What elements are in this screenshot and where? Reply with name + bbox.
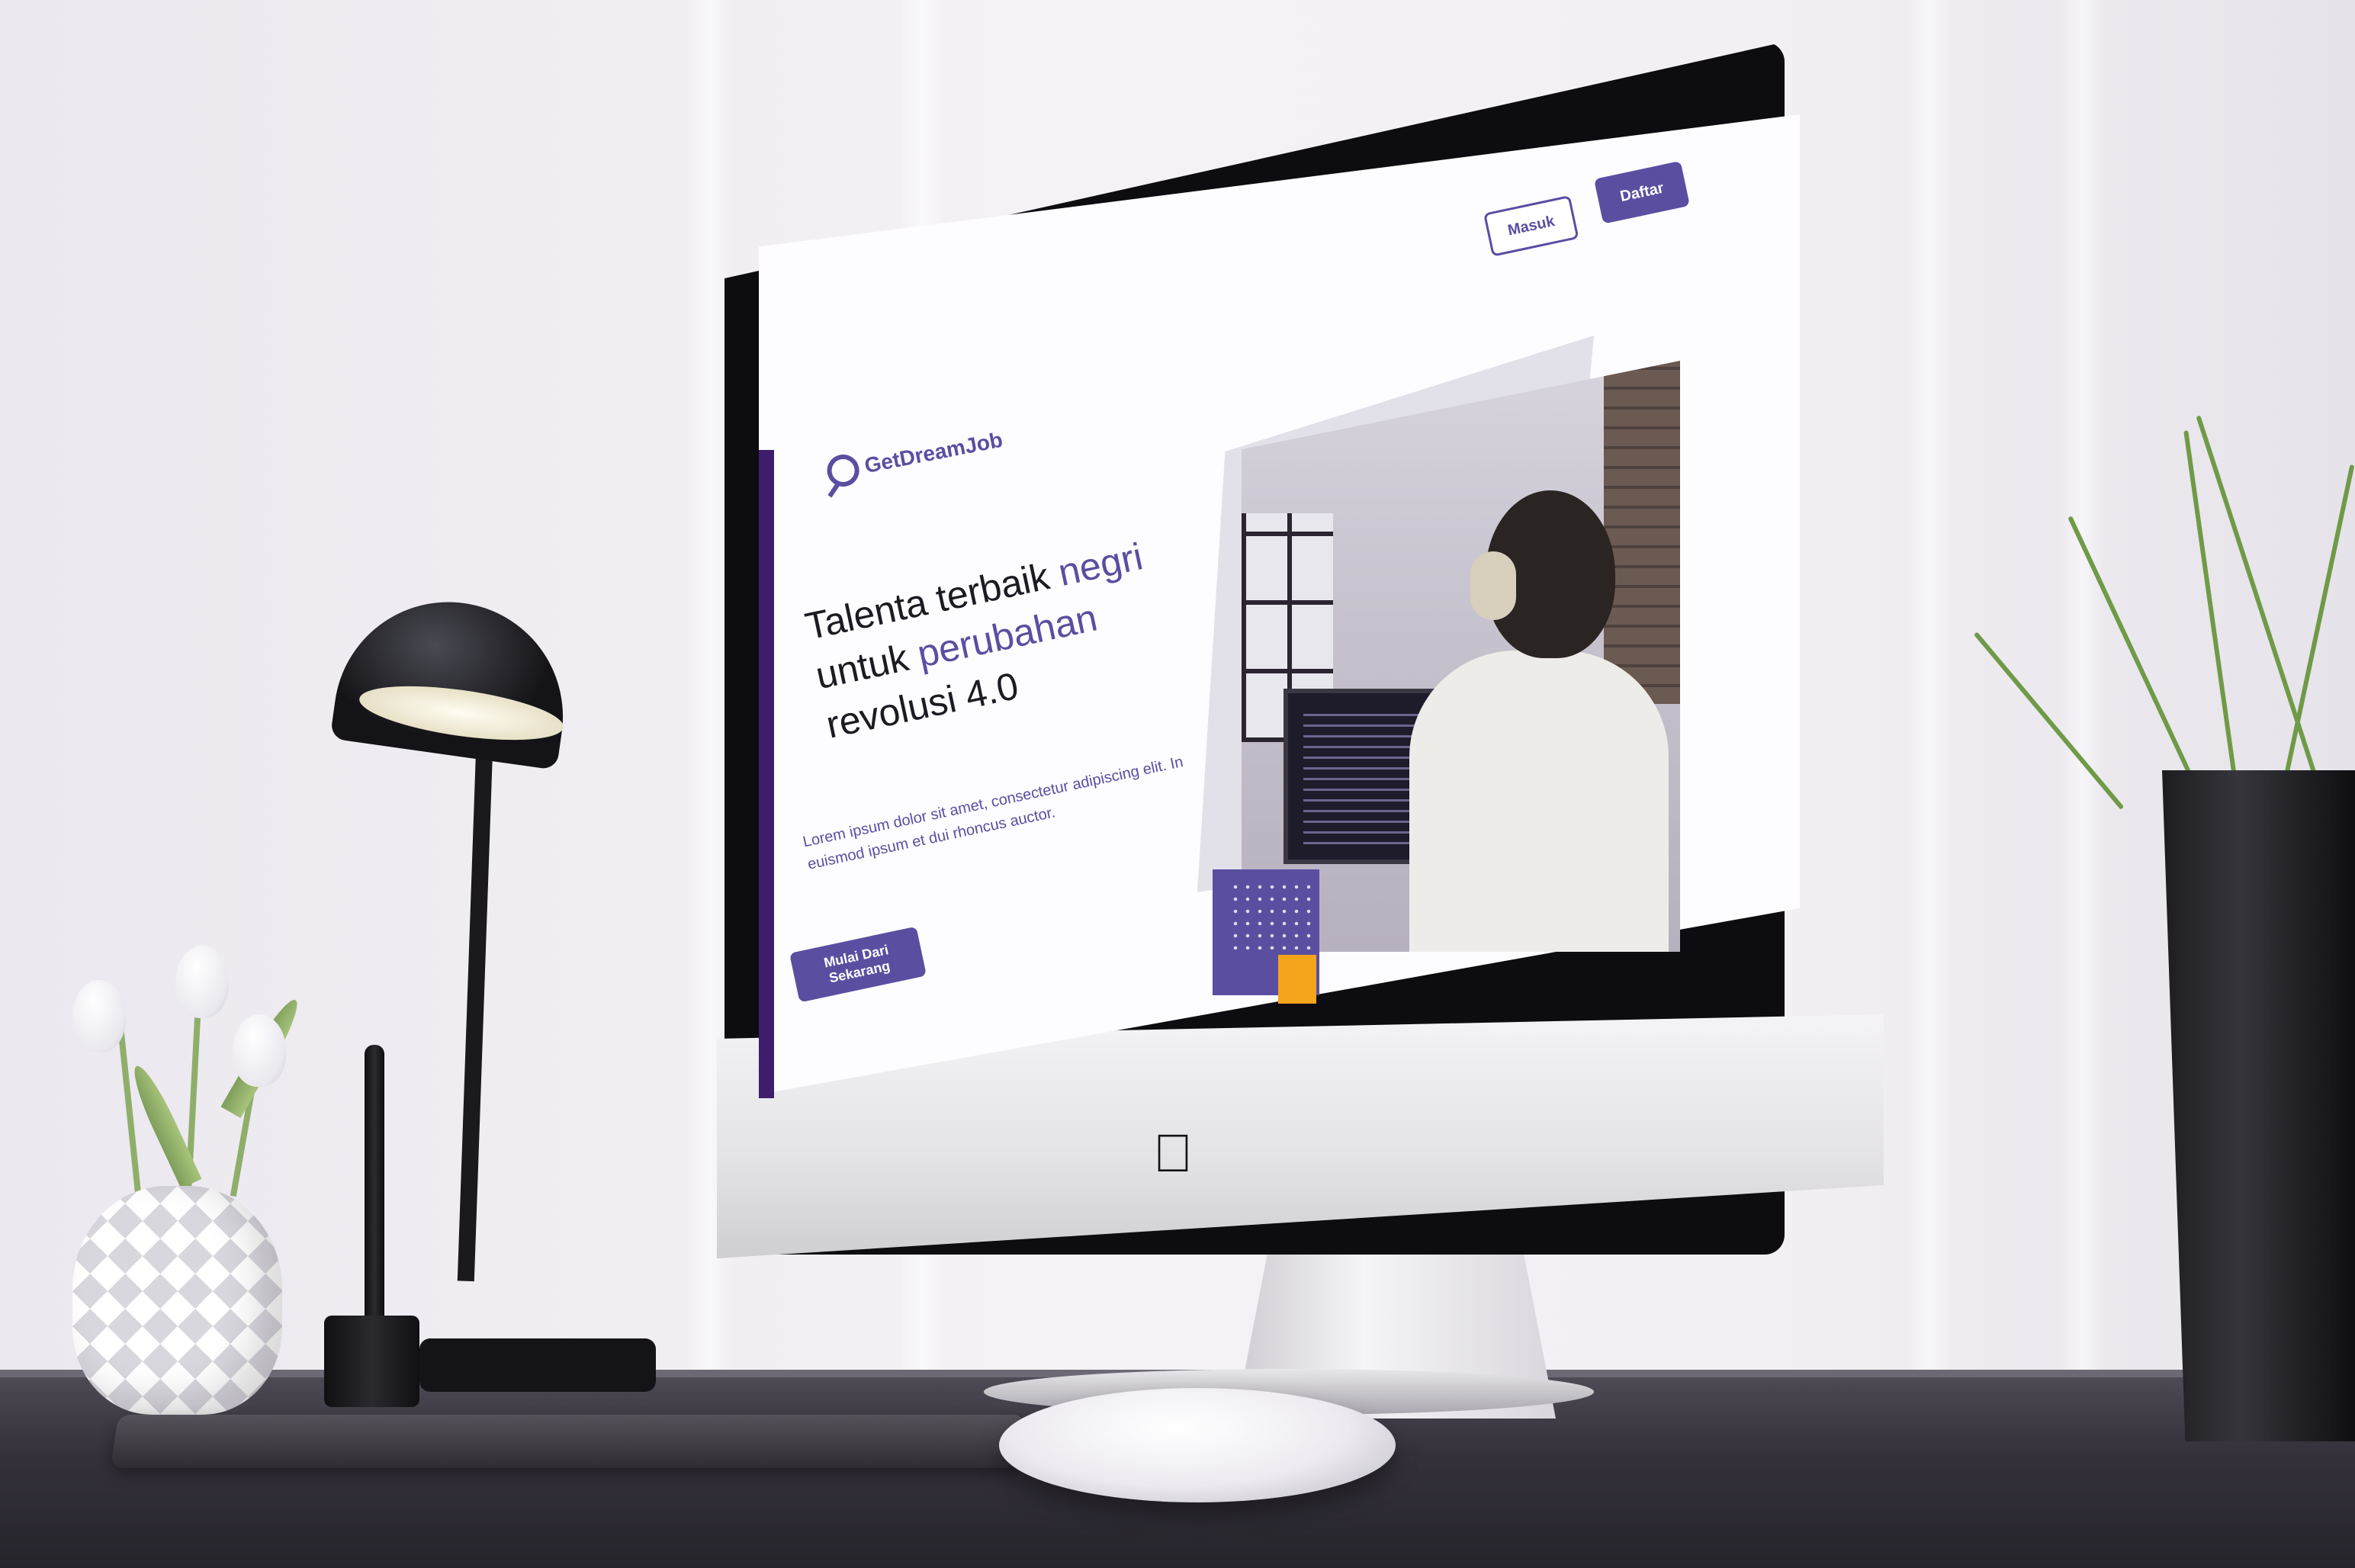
apple-logo-icon: : [1152, 1126, 1194, 1180]
wall-curtain-fold: [2059, 0, 2105, 1377]
desk-lamp-base: [419, 1338, 656, 1392]
photo-person-shirt: [1409, 651, 1669, 952]
tulip-flower: [72, 980, 126, 1052]
magic-mouse: [999, 1388, 1396, 1502]
keyboard: [111, 1415, 1026, 1468]
magnifier-logo-icon: [824, 451, 863, 490]
plant-pot: [2162, 770, 2355, 1441]
photo-brick-wall: [1604, 361, 1680, 704]
plant-blade: [2280, 464, 2355, 794]
tulip-stem: [116, 1014, 142, 1197]
plant-blade: [2196, 415, 2323, 794]
screen-edge: [759, 450, 774, 1098]
wall-curtain-fold: [1907, 0, 1952, 1377]
plant-blade: [2183, 430, 2239, 794]
hero-photo-developer: [1242, 361, 1680, 952]
desk-lamp-shade: [329, 587, 578, 770]
headphones-icon: [1470, 551, 1516, 620]
tulip-flower: [175, 946, 229, 1018]
stylus-pen: [365, 1045, 384, 1350]
pen-holder: [324, 1316, 419, 1407]
tulip-flower: [233, 1014, 286, 1087]
brand-name-part3: Job: [962, 427, 1005, 458]
decor-orange-block: [1278, 955, 1316, 1004]
brand-name-part1: Get: [863, 447, 902, 478]
geometric-vase: [72, 1186, 282, 1415]
decor-dot-grid: [1229, 881, 1313, 949]
desk-lamp-arm: [457, 747, 493, 1282]
